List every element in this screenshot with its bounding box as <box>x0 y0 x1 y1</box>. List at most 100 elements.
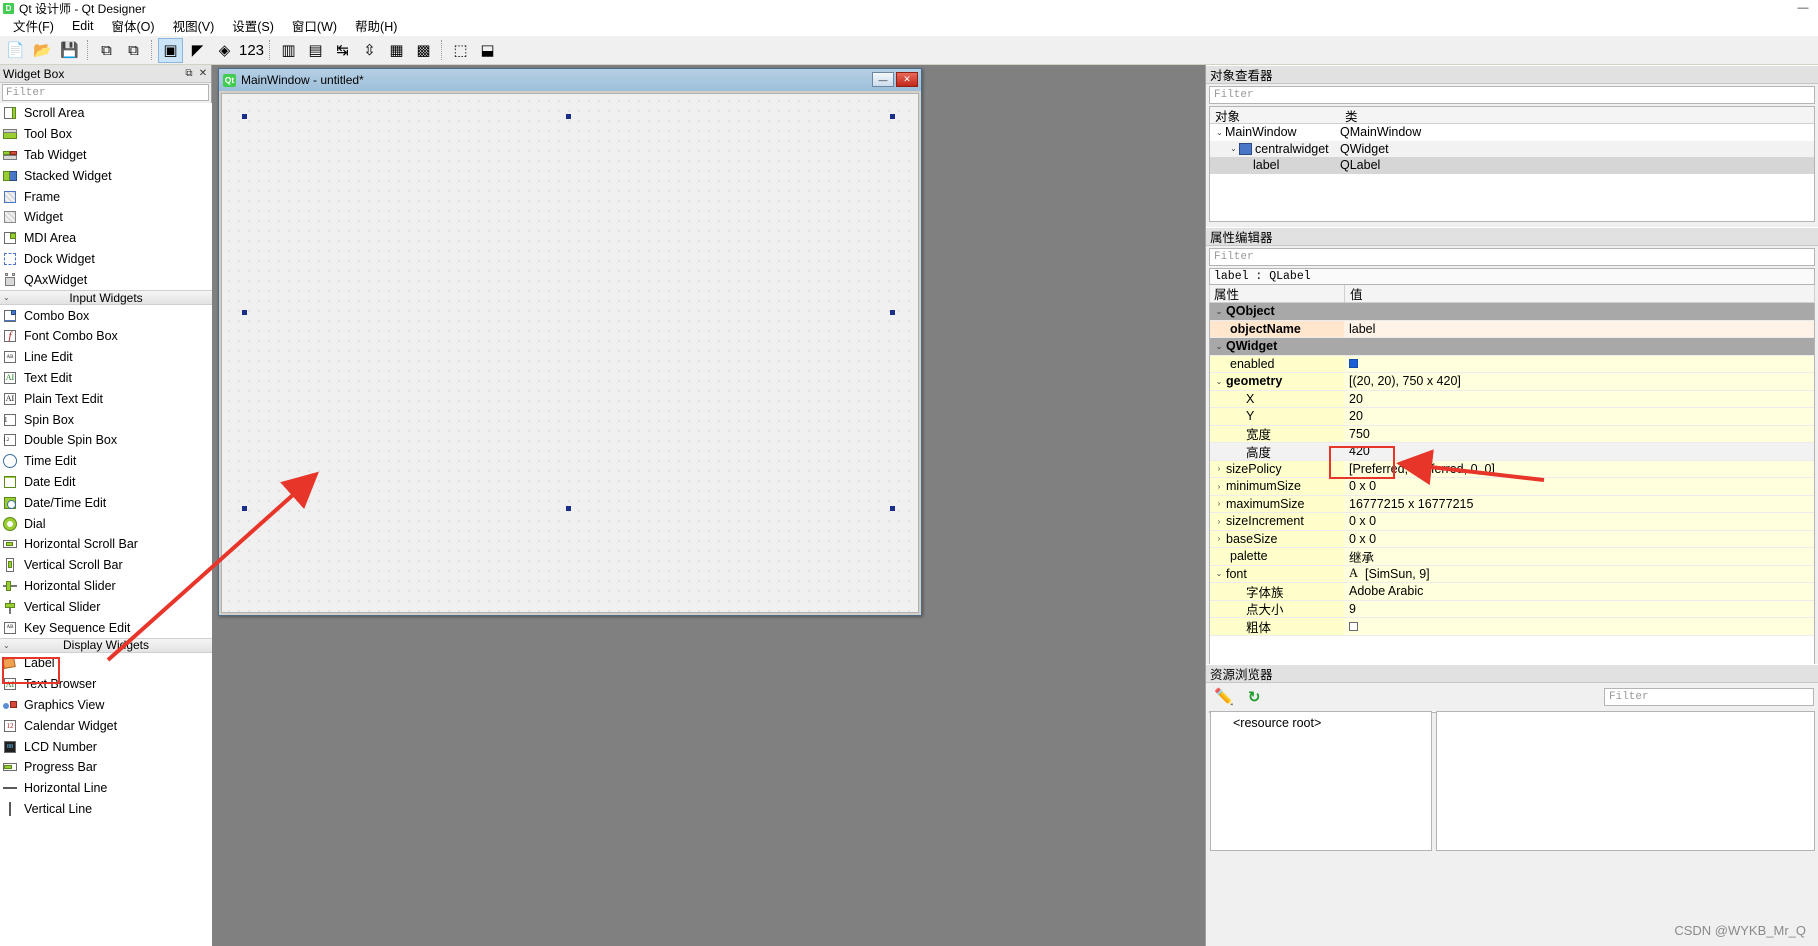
undo-icon[interactable]: ⧉ <box>94 38 119 63</box>
layout-form-icon[interactable]: ▩ <box>411 38 436 63</box>
widget-item-text-browser[interactable]: AI Text Browser <box>0 674 212 695</box>
property-editor-filter-input[interactable]: Filter <box>1209 248 1815 266</box>
selection-handle[interactable] <box>242 506 247 511</box>
selection-handle[interactable] <box>890 114 895 119</box>
selection-handle[interactable] <box>566 506 571 511</box>
widget-item-progress-bar[interactable]: Progress Bar <box>0 757 212 778</box>
menu-help[interactable]: 帮助(H) <box>346 14 406 37</box>
property-editor-table[interactable]: ⌄ QObject objectName label ⌄ QWidget enabled ⌄ g… <box>1209 303 1815 713</box>
expander-icon[interactable]: ⌄ <box>1212 307 1226 316</box>
form-minimize-button[interactable]: — <box>872 72 894 87</box>
widget-item-dial[interactable]: Dial <box>0 513 212 534</box>
enabled-checkbox[interactable] <box>1349 359 1358 369</box>
widget-item-stacked-widget[interactable]: Stacked Widget <box>0 165 212 186</box>
edit-signals-slots-icon[interactable]: ◤ <box>185 38 210 63</box>
bold-checkbox[interactable] <box>1349 621 1358 631</box>
property-row-font[interactable]: ⌄ font A [SimSun, 9] <box>1210 565 1814 583</box>
widget-item-vertical-scroll-bar[interactable]: Vertical Scroll Bar <box>0 555 212 576</box>
widget-item-scroll-area[interactable]: Scroll Area <box>0 103 212 124</box>
reload-icon[interactable]: ↻ <box>1248 688 1261 706</box>
property-row-palette[interactable]: palette 继承 <box>1210 548 1814 566</box>
property-row-baseSize[interactable]: › baseSize 0 x 0 <box>1210 530 1814 548</box>
property-row-粗体[interactable]: 粗体 <box>1210 618 1814 636</box>
widget-item-time-edit[interactable]: Time Edit <box>0 451 212 472</box>
property-row-点大小[interactable]: 点大小 9 <box>1210 600 1814 618</box>
layout-splitter-h-icon[interactable]: ↹ <box>330 38 355 63</box>
expander-icon[interactable]: › <box>1212 464 1226 473</box>
selection-handle[interactable] <box>242 310 247 315</box>
property-row-geometry[interactable]: ⌄ geometry [(20, 20), 750 x 420] <box>1210 373 1814 391</box>
layout-horizontally-icon[interactable]: ▥ <box>276 38 301 63</box>
widget-item-frame[interactable]: Frame <box>0 186 212 207</box>
save-file-icon[interactable]: 💾 <box>57 38 82 63</box>
widget-item-horizontal-slider[interactable]: Horizontal Slider <box>0 576 212 597</box>
widget-group-display-widgets[interactable]: ⌄ Display Widgets <box>0 637 212 653</box>
resource-tree[interactable]: <resource root> <box>1210 711 1432 851</box>
layout-vertically-icon[interactable]: ▤ <box>303 38 328 63</box>
widget-item-tab-widget[interactable]: Tab Widget <box>0 145 212 166</box>
widget-item-qaxwidget[interactable]: QAxWidget <box>0 269 212 290</box>
widget-item-combo-box[interactable]: Combo Box <box>0 305 212 326</box>
property-row-宽度[interactable]: 宽度 750 <box>1210 425 1814 443</box>
expander-icon[interactable]: ⌄ <box>1212 342 1226 351</box>
selection-handle[interactable] <box>566 114 571 119</box>
expander-icon[interactable]: › <box>1212 534 1226 543</box>
property-row-X[interactable]: X 20 <box>1210 390 1814 408</box>
expander-icon[interactable]: ⌄ <box>1228 144 1239 153</box>
minimize-button[interactable]: — <box>1788 0 1818 16</box>
expander-icon[interactable]: ⌄ <box>1214 128 1225 137</box>
object-inspector-tree[interactable]: 对象 类 ⌄ MainWindow QMainWindow ⌄ centralwidge… <box>1209 106 1815 222</box>
widget-item-vertical-line[interactable]: Vertical Line <box>0 799 212 820</box>
form-canvas-area[interactable] <box>221 93 919 613</box>
property-row-sizeIncrement[interactable]: › sizeIncrement 0 x 0 <box>1210 513 1814 531</box>
edit-buddies-icon[interactable]: ◈ <box>212 38 237 63</box>
widget-item-font-combo-box[interactable]: f Font Combo Box <box>0 326 212 347</box>
float-icon[interactable]: ⧉ <box>183 67 195 81</box>
selection-handle[interactable] <box>890 310 895 315</box>
object-inspector-filter-input[interactable]: Filter <box>1209 86 1815 104</box>
selection-handle[interactable] <box>890 506 895 511</box>
widget-item-mdi-area[interactable]: MDI Area <box>0 228 212 249</box>
widget-item-date-edit[interactable]: Date Edit <box>0 472 212 493</box>
widget-item-graphics-view[interactable]: Graphics View <box>0 695 212 716</box>
object-row-label[interactable]: label QLabel <box>1210 157 1814 174</box>
widget-item-tool-box[interactable]: Tool Box <box>0 124 212 145</box>
property-row-enabled[interactable]: enabled <box>1210 355 1814 373</box>
expander-icon[interactable]: ⌄ <box>1212 569 1226 578</box>
property-row-maximumSize[interactable]: › maximumSize 16777215 x 16777215 <box>1210 495 1814 513</box>
widget-item-horizontal-scroll-bar[interactable]: Horizontal Scroll Bar <box>0 534 212 555</box>
expander-icon[interactable]: › <box>1212 517 1226 526</box>
close-icon[interactable]: ✕ <box>197 67 209 81</box>
widget-item-label[interactable]: Label <box>0 653 212 674</box>
property-row-字体族[interactable]: 字体族 Adobe Arabic <box>1210 583 1814 601</box>
expander-icon[interactable]: › <box>1212 482 1226 491</box>
pencil-icon[interactable]: ✏️ <box>1214 687 1234 707</box>
form-window[interactable]: Qt MainWindow - untitled* — ✕ <box>218 68 922 616</box>
open-file-icon[interactable]: 📂 <box>30 38 55 63</box>
menu-view[interactable]: 视图(V) <box>164 14 224 37</box>
design-canvas[interactable]: Qt MainWindow - untitled* — ✕ <box>212 65 1205 946</box>
widget-item-key-sequence-edit[interactable]: AB Key Sequence Edit <box>0 617 212 638</box>
widget-item-vertical-slider[interactable]: Vertical Slider <box>0 596 212 617</box>
widget-group-input-widgets[interactable]: ⌄ Input Widgets <box>0 290 212 306</box>
edit-widgets-icon[interactable]: ▣ <box>158 37 183 63</box>
menu-window[interactable]: 窗口(W) <box>283 14 346 37</box>
expander-icon[interactable]: ⌄ <box>1212 377 1226 386</box>
resource-browser-filter-input[interactable]: Filter <box>1604 688 1814 706</box>
property-row-objectName[interactable]: objectName label <box>1210 320 1814 338</box>
widget-item-lcd-number[interactable]: 88 LCD Number <box>0 736 212 757</box>
widget-item-plain-text-edit[interactable]: AI Plain Text Edit <box>0 388 212 409</box>
property-row-QWidget[interactable]: ⌄ QWidget <box>1210 338 1814 356</box>
layout-splitter-v-icon[interactable]: ⇳ <box>357 38 382 63</box>
widget-item-spin-box[interactable]: 1 Spin Box <box>0 409 212 430</box>
menu-file[interactable]: 文件(F) <box>4 14 63 37</box>
property-row-minimumSize[interactable]: › minimumSize 0 x 0 <box>1210 478 1814 496</box>
property-row-sizePolicy[interactable]: › sizePolicy [Preferred, Preferred, 0, 0] <box>1210 460 1814 478</box>
new-file-icon[interactable]: 📄 <box>3 38 28 63</box>
edit-tab-order-icon[interactable]: 123 <box>239 38 264 63</box>
expander-icon[interactable]: › <box>1212 499 1226 508</box>
adjust-size-icon[interactable]: ⬓ <box>475 38 500 63</box>
menu-form[interactable]: 窗体(O) <box>103 14 164 37</box>
object-row-centralwidget[interactable]: ⌄ centralwidget QWidget <box>1210 140 1814 157</box>
redo-icon[interactable]: ⧉ <box>121 38 146 63</box>
